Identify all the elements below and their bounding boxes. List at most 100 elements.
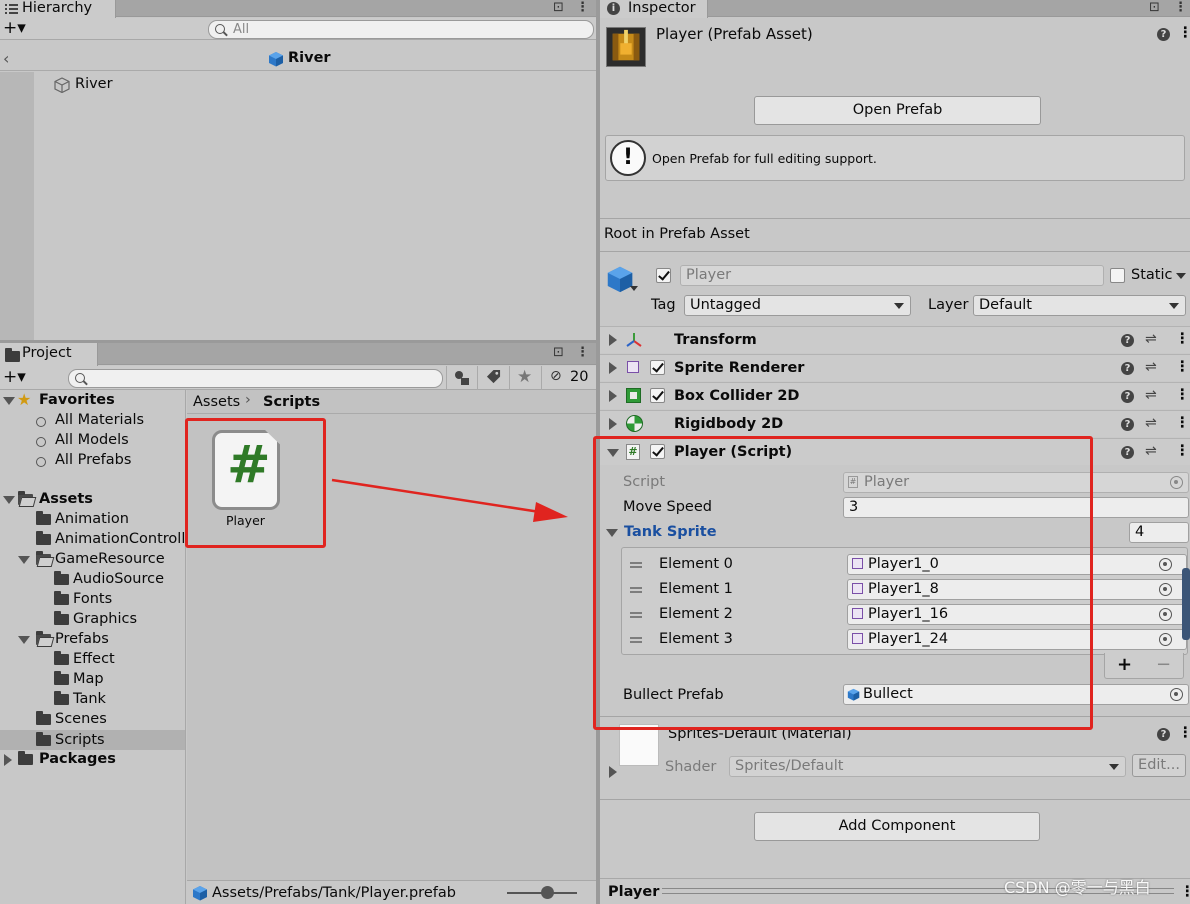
tree-folder-prefabs[interactable]: Prefabs <box>55 629 109 649</box>
presets-icon[interactable]: ⇌ <box>1145 387 1157 403</box>
edit-shader-button[interactable]: Edit... <box>1132 754 1186 777</box>
open-prefab-button[interactable]: Open Prefab <box>754 96 1041 125</box>
shader-dropdown[interactable]: Sprites/Default <box>729 756 1126 777</box>
component-enabled-checkbox[interactable] <box>650 360 665 375</box>
object-picker-icon[interactable] <box>1159 583 1172 596</box>
create-dropdown-button[interactable]: +▾ <box>3 367 26 387</box>
tree-packages[interactable]: Packages <box>39 749 116 769</box>
search-icon <box>215 24 225 34</box>
hierarchy-search-placeholder: All <box>233 22 250 37</box>
tree-favorites[interactable]: Favorites <box>39 390 115 410</box>
object-picker-icon[interactable] <box>1170 688 1183 701</box>
component-header-sprite-renderer[interactable]: Sprite Renderer ? ⇌ ⋮ <box>600 354 1190 381</box>
help-icon[interactable]: ? <box>1157 728 1170 741</box>
kebab-menu-icon[interactable]: ⋮ <box>1180 884 1190 900</box>
tree-folder-map[interactable]: Map <box>73 669 104 689</box>
collapsed-arrow-icon[interactable] <box>609 766 617 778</box>
active-checkbox[interactable] <box>656 268 671 283</box>
object-picker-icon[interactable] <box>1159 608 1172 621</box>
help-icon[interactable]: ? <box>1157 28 1170 41</box>
tree-folder-animation[interactable]: Animation <box>55 509 129 529</box>
object-picker-icon[interactable] <box>1159 633 1172 646</box>
object-picker-icon[interactable] <box>1159 558 1172 571</box>
hidden-packages-toggle[interactable]: ⊘ 20 <box>541 366 596 390</box>
folder-icon <box>54 671 69 685</box>
tree-folder-graphics[interactable]: Graphics <box>73 609 137 629</box>
hidden-packages-count: 20 <box>570 369 589 385</box>
kebab-menu-icon[interactable]: ⋮ <box>1175 331 1190 347</box>
presets-icon[interactable]: ⇌ <box>1145 415 1157 431</box>
tree-folder-fonts[interactable]: Fonts <box>73 589 112 609</box>
back-chevron-icon[interactable]: ‹ <box>3 49 9 68</box>
remove-element-button[interactable]: − <box>1156 654 1171 675</box>
add-component-button[interactable]: Add Component <box>754 812 1040 841</box>
filter-by-type-button[interactable] <box>446 366 476 390</box>
tab-inspector[interactable]: i Inspector <box>600 0 708 18</box>
tree-favorite-item[interactable]: All Prefabs <box>55 450 131 470</box>
layer-dropdown[interactable]: Default <box>973 295 1186 316</box>
tree-folder-animation-controller[interactable]: AnimationControll <box>55 529 185 549</box>
lock-icon[interactable]: ⊡ <box>1149 0 1160 15</box>
folder-icon <box>54 591 69 605</box>
hierarchy-search-input[interactable]: All <box>208 20 594 39</box>
folder-open-icon <box>18 491 33 505</box>
breadcrumb-root[interactable]: Assets <box>193 394 240 410</box>
lock-icon[interactable]: ⊡ <box>553 345 564 360</box>
kebab-menu-icon[interactable]: ⋮ <box>576 345 589 360</box>
tree-folder-tank[interactable]: Tank <box>73 689 106 709</box>
expand-arrow-icon[interactable] <box>3 397 15 405</box>
expand-arrow-icon[interactable] <box>18 636 30 644</box>
tree-folder-audio-source[interactable]: AudioSource <box>73 569 164 589</box>
create-dropdown-button[interactable]: +▾ <box>3 18 26 38</box>
lock-icon[interactable]: ⊡ <box>553 0 564 15</box>
tree-folder-game-resource[interactable]: GameResource <box>55 549 165 569</box>
collapsed-arrow-icon[interactable] <box>4 754 12 766</box>
project-search-input[interactable] <box>68 369 443 388</box>
component-header-rigidbody[interactable]: Rigidbody 2D ? ⇌ ⋮ <box>600 410 1190 437</box>
tree-folder-scenes[interactable]: Scenes <box>55 709 107 729</box>
component-header-transform[interactable]: Transform ? ⇌ ⋮ <box>600 326 1190 353</box>
presets-icon[interactable]: ⇌ <box>1145 331 1157 347</box>
presets-icon[interactable]: ⇌ <box>1145 359 1157 375</box>
filter-by-label-button[interactable] <box>477 366 508 390</box>
kebab-menu-icon[interactable]: ⋮ <box>1175 415 1190 431</box>
add-element-button[interactable]: + <box>1117 654 1132 675</box>
presets-icon[interactable]: ⇌ <box>1145 443 1157 459</box>
component-header-box-collider[interactable]: Box Collider 2D ? ⇌ ⋮ <box>600 382 1190 409</box>
expand-arrow-icon[interactable] <box>18 556 30 564</box>
help-icon[interactable]: ? <box>1121 334 1134 347</box>
kebab-menu-icon[interactable]: ⋮ <box>1175 387 1190 403</box>
gameobject-name-field[interactable]: Player <box>680 265 1104 286</box>
kebab-menu-icon[interactable]: ⋮ <box>1175 443 1190 459</box>
icon-size-slider-thumb[interactable] <box>541 886 554 899</box>
scroll-indicator[interactable] <box>1182 568 1190 640</box>
static-dropdown-arrow-icon[interactable] <box>1176 273 1186 279</box>
tank-sprite-size-input[interactable]: 4 <box>1129 522 1189 543</box>
help-icon[interactable]: ? <box>1121 446 1134 459</box>
object-picker-icon[interactable] <box>1170 476 1183 489</box>
kebab-menu-icon[interactable]: ⋮ <box>1178 25 1190 41</box>
expand-arrow-icon[interactable] <box>3 496 15 504</box>
tag-dropdown[interactable]: Untagged <box>684 295 911 316</box>
help-icon[interactable]: ? <box>1121 418 1134 431</box>
tree-favorite-item[interactable]: All Models <box>55 430 129 450</box>
static-checkbox[interactable] <box>1110 268 1125 283</box>
component-enabled-checkbox[interactable] <box>650 388 665 403</box>
help-icon[interactable]: ? <box>1121 390 1134 403</box>
kebab-menu-icon[interactable]: ⋮ <box>1174 0 1187 15</box>
tree-selected-row[interactable]: Scripts <box>0 730 185 750</box>
tree-favorite-item[interactable]: All Materials <box>55 410 144 430</box>
help-icon[interactable]: ? <box>1121 362 1134 375</box>
breadcrumb-current[interactable]: Scripts <box>263 394 320 410</box>
tree-assets[interactable]: Assets <box>39 489 93 509</box>
tree-folder-effect[interactable]: Effect <box>73 649 115 669</box>
kebab-menu-icon[interactable]: ⋮ <box>1178 725 1190 741</box>
favorites-filter-button[interactable]: ★ <box>509 366 540 390</box>
tab-project[interactable]: Project <box>0 343 98 366</box>
section-divider <box>600 799 1190 800</box>
kebab-menu-icon[interactable]: ⋮ <box>576 0 589 15</box>
icon-dropdown-arrow-icon[interactable] <box>630 286 638 291</box>
kebab-menu-icon[interactable]: ⋮ <box>1175 359 1190 375</box>
transform-axes-icon <box>626 333 642 347</box>
tab-hierarchy[interactable]: Hierarchy <box>0 0 116 18</box>
